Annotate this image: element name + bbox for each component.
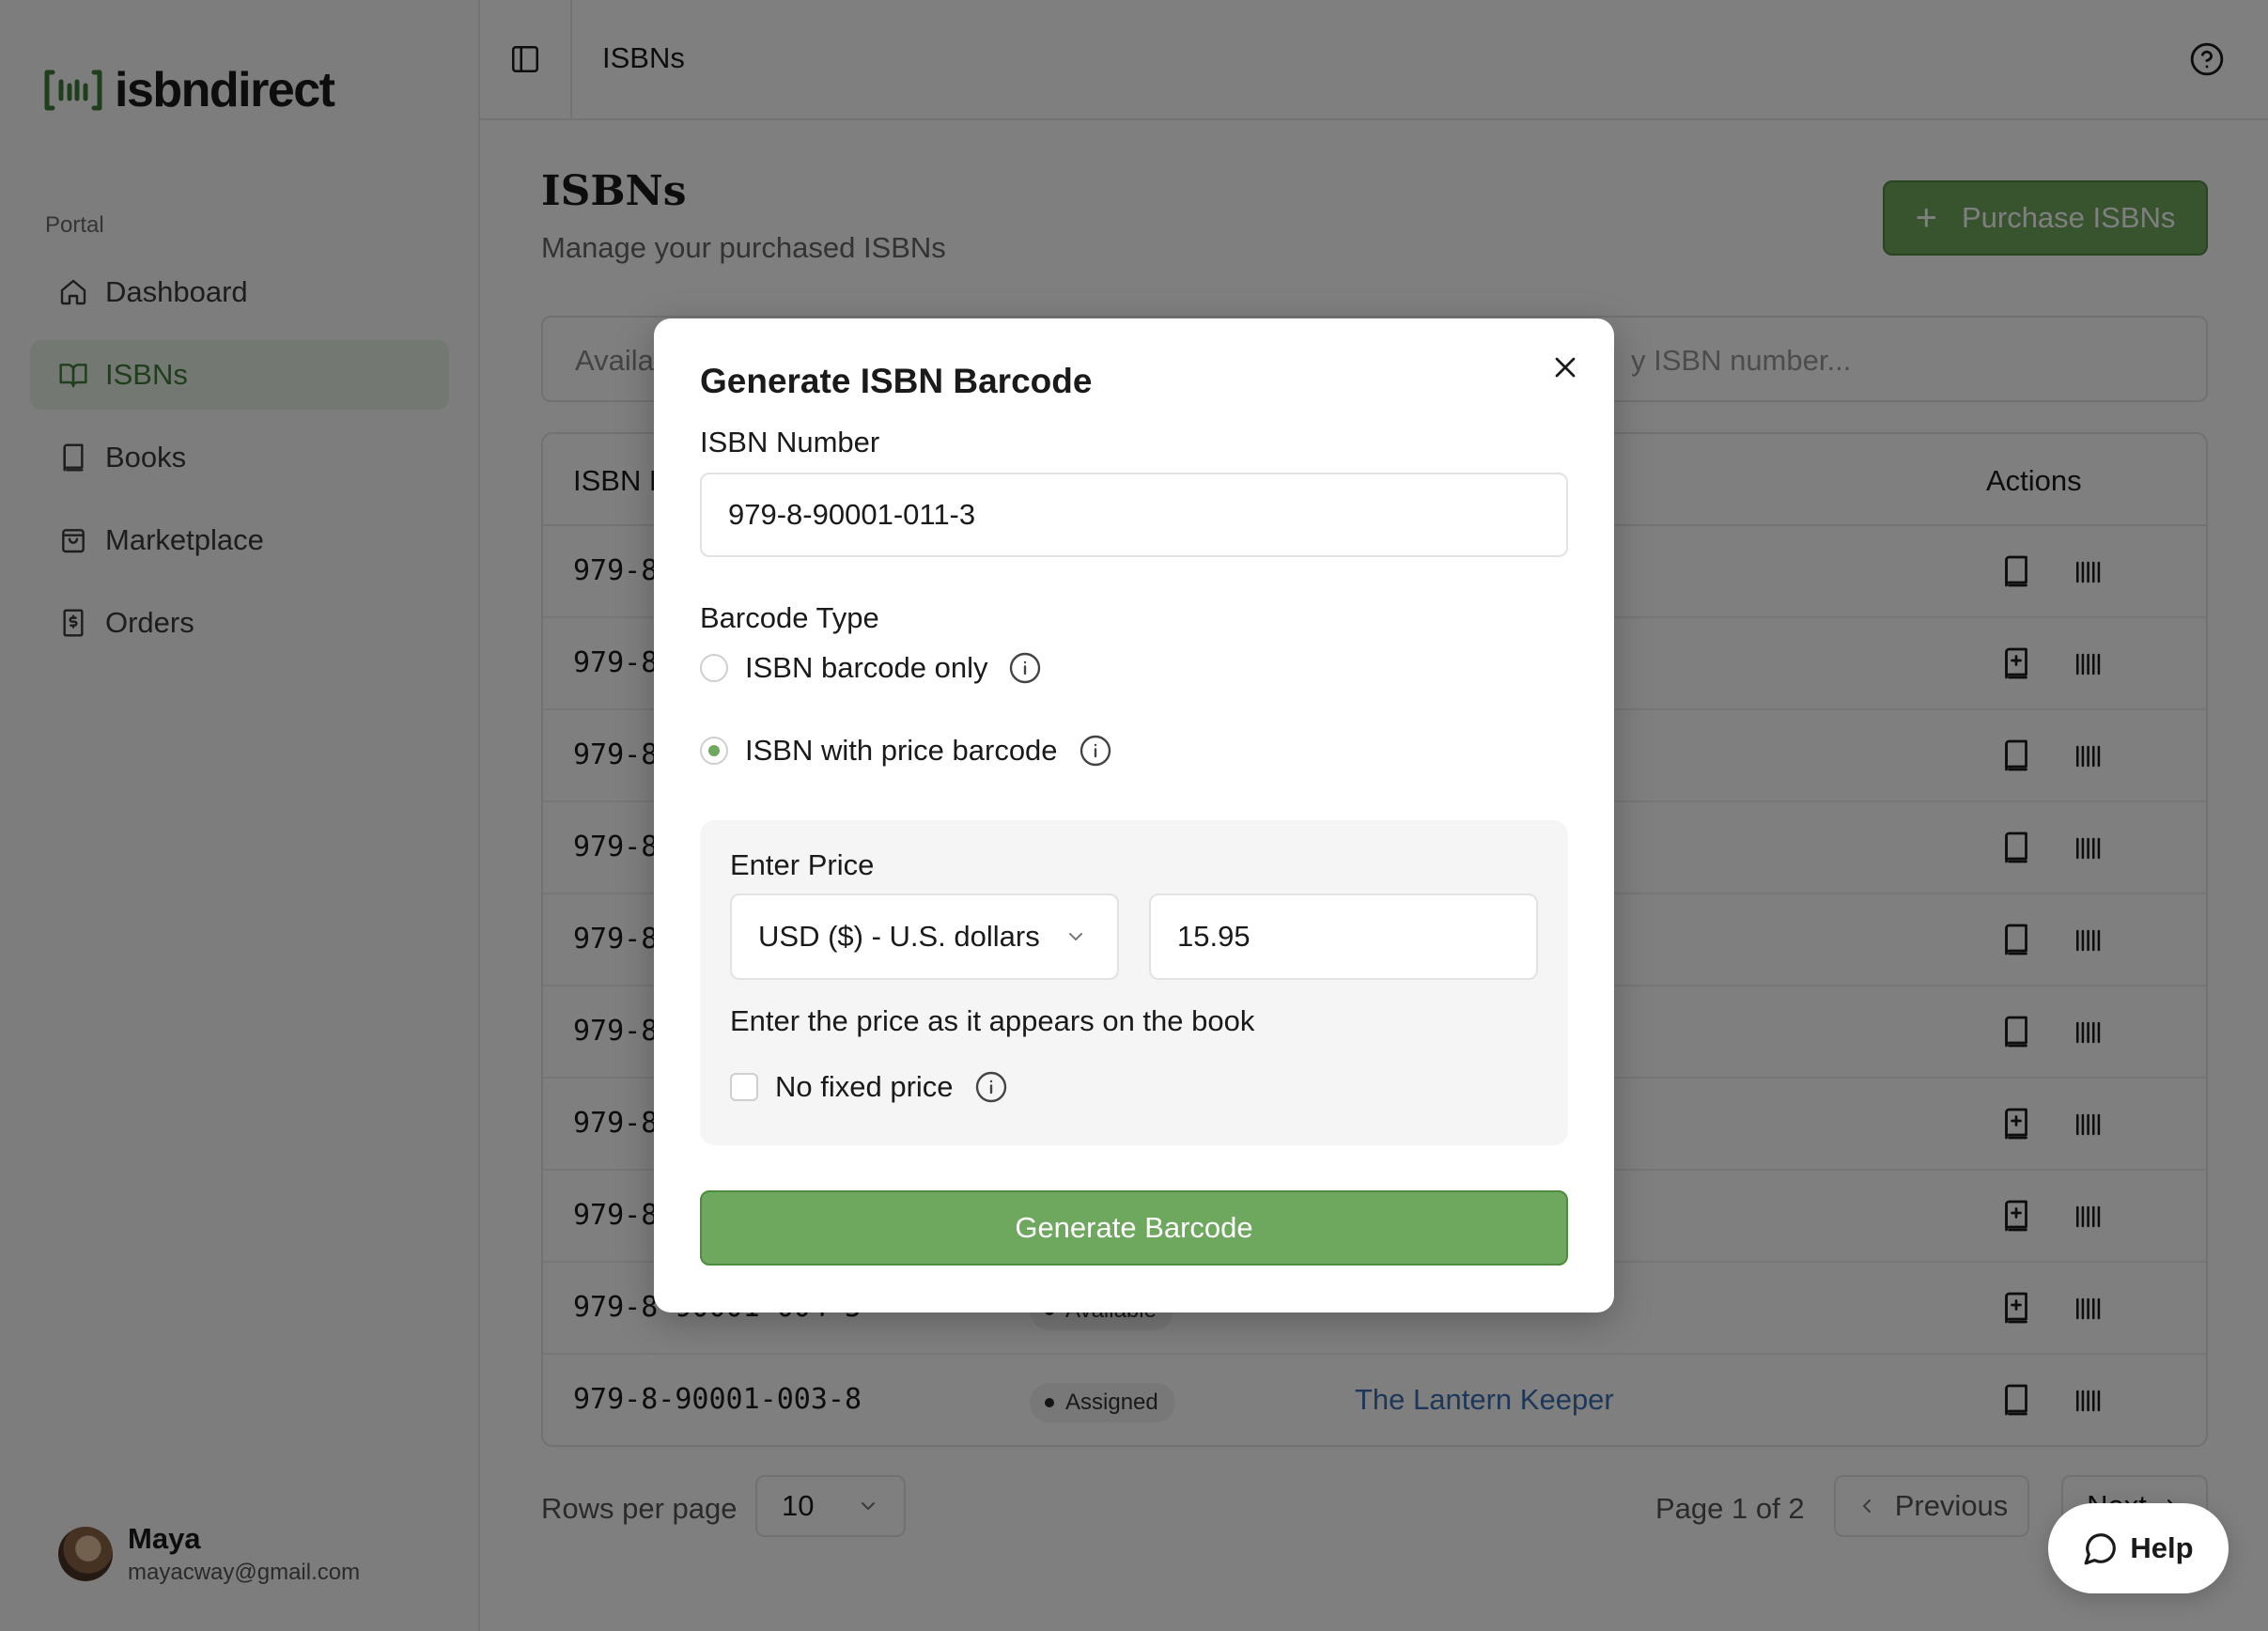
radio-isbn-only[interactable]: ISBN barcode only	[700, 651, 1042, 685]
radio-isbn-only-control[interactable]	[700, 654, 728, 682]
help-label: Help	[2130, 1531, 2194, 1564]
info-icon[interactable]	[1008, 651, 1042, 685]
dialog-title: Generate ISBN Barcode	[700, 362, 1093, 400]
barcode-type-label: Barcode Type	[700, 601, 879, 634]
currency-value: USD ($) - U.S. dollars	[758, 920, 1040, 953]
no-fixed-price-option[interactable]: No fixed price	[730, 1070, 1008, 1104]
help-button[interactable]: Help	[2048, 1503, 2229, 1593]
info-icon[interactable]	[974, 1070, 1008, 1104]
chevron-down-icon	[1069, 933, 1082, 940]
close-icon[interactable]	[1548, 350, 1582, 384]
currency-select[interactable]: USD ($) - U.S. dollars	[730, 893, 1119, 980]
info-icon[interactable]	[1079, 734, 1112, 768]
generate-barcode-button[interactable]: Generate Barcode	[700, 1190, 1568, 1266]
no-fixed-price-label: No fixed price	[775, 1070, 954, 1103]
price-panel: Enter Price USD ($) - U.S. dollars Enter…	[700, 820, 1568, 1145]
no-fixed-price-checkbox[interactable]	[730, 1073, 758, 1101]
isbn-number-field[interactable]	[700, 473, 1568, 557]
price-field[interactable]	[1149, 893, 1538, 980]
radio-isbn-with-price-label: ISBN with price barcode	[745, 734, 1058, 767]
chat-bubble-icon	[2084, 1533, 2117, 1565]
radio-isbn-with-price-control[interactable]	[700, 737, 728, 765]
enter-price-label: Enter Price	[730, 848, 875, 881]
price-hint: Enter the price as it appears on the boo…	[730, 1004, 1255, 1037]
generate-barcode-dialog: Generate ISBN Barcode ISBN Number Barcod…	[654, 318, 1614, 1313]
radio-isbn-only-label: ISBN barcode only	[745, 651, 988, 684]
isbn-number-label: ISBN Number	[700, 426, 880, 458]
radio-isbn-with-price[interactable]: ISBN with price barcode	[700, 734, 1112, 768]
